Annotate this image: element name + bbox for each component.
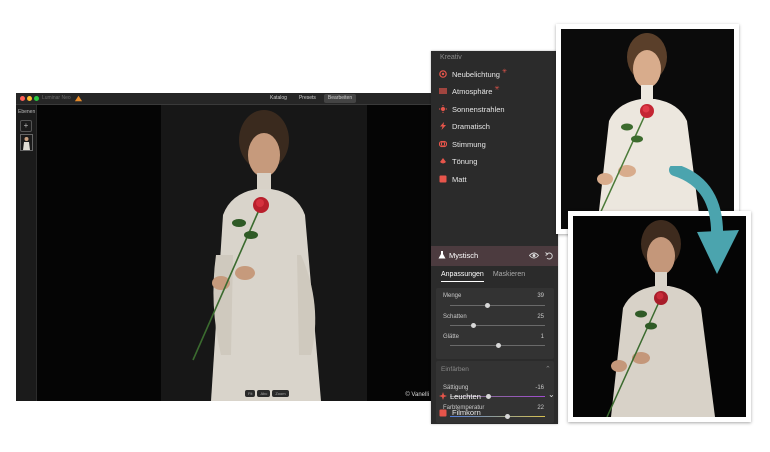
- tab-maskieren[interactable]: Maskieren: [493, 271, 525, 282]
- tool-dramatisch[interactable]: Dramatisch: [439, 119, 490, 133]
- layers-sidebar: Ebenen +: [16, 105, 37, 401]
- eye-icon[interactable]: [529, 251, 539, 260]
- chevron-down-icon[interactable]: ⌄: [548, 390, 555, 399]
- layer-thumbnail[interactable]: [20, 134, 33, 151]
- minimize-window-button[interactable]: [27, 96, 32, 101]
- zoom-abc-button[interactable]: Abc: [257, 390, 271, 397]
- tool-label: Stimmung: [452, 139, 486, 149]
- main-photo: [161, 105, 367, 401]
- tab-bearbeiten[interactable]: Bearbeiten: [323, 94, 357, 103]
- portrait-image: [161, 105, 367, 401]
- active-tool-label: Mystisch: [449, 251, 479, 260]
- tool-toenung[interactable]: Tönung: [439, 154, 477, 168]
- tool-atmosphaere[interactable]: Atmosphäre ✳: [439, 84, 499, 98]
- glow-icon: [439, 392, 447, 400]
- ai-badge-icon: ✳: [501, 68, 507, 75]
- tab-katalog[interactable]: Katalog: [266, 94, 291, 103]
- watermark: © Vanelli: [405, 392, 429, 398]
- app-logo-icon: [74, 95, 83, 102]
- slider-value-farbtemperatur: 22: [537, 405, 544, 411]
- tool-leuchten-header[interactable]: Leuchten ⌄: [431, 389, 558, 405]
- slider-value-menge: 39: [537, 293, 544, 299]
- slider-schatten[interactable]: [450, 323, 545, 328]
- tool-matt[interactable]: Matt: [439, 172, 467, 186]
- layers-label: Ebenen: [18, 109, 36, 115]
- flask-icon: [438, 251, 446, 259]
- tool-stimmung[interactable]: Stimmung: [439, 137, 486, 151]
- tool-label: Matt: [452, 174, 467, 184]
- zoom-button[interactable]: Zoom: [272, 390, 289, 397]
- section-title: Kreativ: [440, 54, 462, 61]
- ai-badge-icon: ✳: [494, 85, 500, 92]
- tool-sonnenstrahlen[interactable]: Sonnenstrahlen: [439, 102, 505, 116]
- tool-label: Neubelichtung: [452, 69, 500, 79]
- slider-label-schatten: Schatten: [443, 314, 467, 320]
- tool-mystisch-header[interactable]: Mystisch: [431, 246, 558, 266]
- grain-icon: [439, 409, 447, 416]
- thumbnail-image: [21, 135, 32, 150]
- slider-glaette[interactable]: [450, 343, 545, 348]
- tool-label: Atmosphäre: [452, 86, 493, 96]
- colorize-group-label: Einfärben: [441, 366, 469, 373]
- image-canvas[interactable]: © Vanelli Fit Abc Zoom: [37, 105, 435, 401]
- slider-knob[interactable]: [495, 343, 501, 348]
- slider-value-schatten: 25: [537, 314, 544, 320]
- title-bar: Luminar Neo Katalog Presets Bearbeiten: [16, 93, 435, 105]
- tool-label: Sonnenstrahlen: [452, 104, 505, 114]
- tab-presets[interactable]: Presets: [295, 94, 320, 103]
- before-after-arrow-icon: [669, 166, 739, 274]
- slider-menge[interactable]: [450, 303, 545, 308]
- toning-icon: [440, 158, 446, 164]
- slider-value-glaette: 1: [540, 334, 544, 340]
- relight-icon: [439, 70, 447, 78]
- matte-icon: [439, 175, 447, 183]
- mood-icon: [439, 140, 447, 148]
- tab-anpassungen[interactable]: Anpassungen: [441, 271, 484, 282]
- chevron-up-icon[interactable]: ⌃: [545, 365, 551, 373]
- close-window-button[interactable]: [20, 96, 25, 101]
- tool-tabs: Anpassungen Maskieren: [441, 271, 525, 282]
- top-tabs: Katalog Presets Bearbeiten: [266, 94, 357, 103]
- sunrays-icon: [439, 105, 447, 113]
- editor-window: Luminar Neo Katalog Presets Bearbeiten E…: [16, 93, 435, 401]
- app-name: Luminar Neo: [42, 95, 71, 101]
- slider-label-menge: Menge: [443, 293, 462, 299]
- maximize-window-button[interactable]: [34, 96, 39, 101]
- add-layer-button[interactable]: +: [20, 120, 32, 132]
- tool-label: Leuchten: [450, 392, 481, 401]
- dramatic-icon: [440, 122, 446, 130]
- zoom-fit-button[interactable]: Fit: [245, 390, 256, 397]
- tool-label: Dramatisch: [452, 121, 490, 131]
- tool-neubelichtung[interactable]: Neubelichtung ✳: [439, 67, 507, 81]
- tool-label: Tönung: [452, 156, 478, 166]
- zoom-controls: Fit Abc Zoom: [245, 390, 289, 397]
- tool-filmkorn[interactable]: Filmkorn: [439, 408, 481, 417]
- atmosphere-icon: [439, 88, 447, 94]
- reset-icon[interactable]: [545, 251, 553, 260]
- tool-label: Filmkorn: [452, 408, 481, 417]
- slider-label-glaette: Glätte: [443, 334, 460, 340]
- adjustments-panel: Kreativ Neubelichtung ✳ Atmosphäre ✳ Sonne…: [431, 51, 558, 424]
- slider-knob[interactable]: [484, 303, 490, 308]
